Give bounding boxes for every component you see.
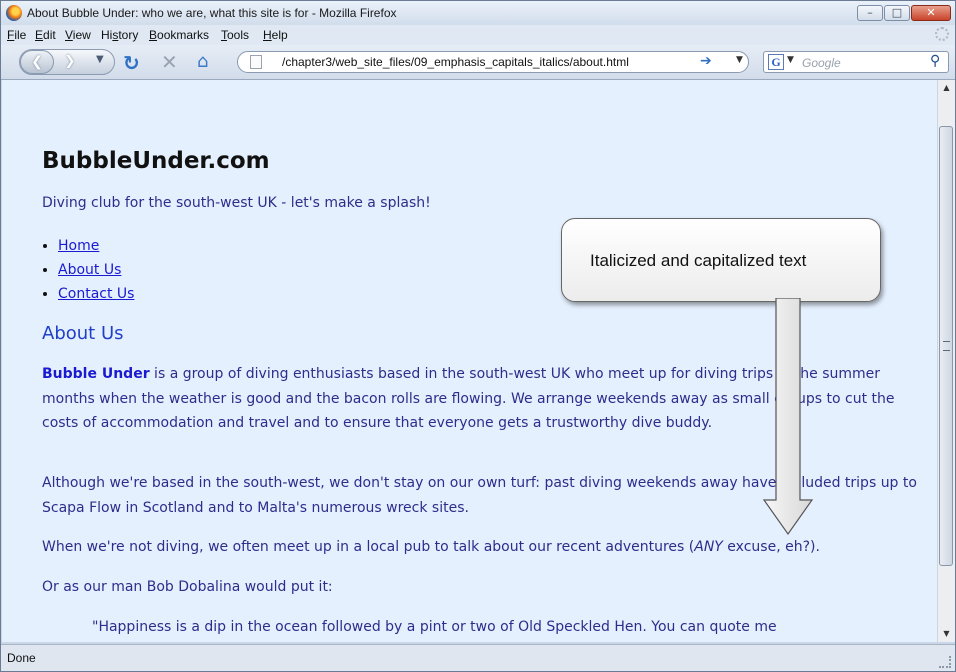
firefox-logo-icon bbox=[6, 5, 22, 21]
emphasis-any: ANY bbox=[694, 539, 723, 555]
paragraph-quote-intro: Or as our man Bob Dobalina would put it: bbox=[42, 579, 333, 595]
stop-icon[interactable]: ✕ bbox=[161, 50, 178, 74]
nav-link-contact[interactable]: Contact Us bbox=[58, 286, 134, 302]
browser-window: About Bubble Under: who we are, what thi… bbox=[0, 0, 956, 672]
scroll-grip-icon bbox=[943, 341, 950, 351]
back-button[interactable]: ❮ bbox=[20, 50, 54, 74]
annotation-callout: Italicized and capitalized text bbox=[561, 218, 881, 302]
status-bar: Done bbox=[1, 644, 955, 671]
scroll-up-arrow-icon[interactable]: ▲ bbox=[938, 80, 955, 96]
back-forward-group: ❮ ❯ ▼ bbox=[19, 49, 115, 75]
scroll-thumb[interactable] bbox=[939, 126, 953, 566]
search-icon[interactable]: ⚲ bbox=[930, 53, 940, 69]
menu-bookmarks[interactable]: Bookmarks bbox=[149, 28, 209, 42]
menu-help[interactable]: Help bbox=[263, 28, 288, 42]
title-bar[interactable]: About Bubble Under: who we are, what thi… bbox=[1, 1, 955, 25]
menu-history[interactable]: History bbox=[101, 28, 138, 42]
status-text: Done bbox=[7, 651, 36, 665]
menu-bar: File Edit View History Bookmarks Tools H… bbox=[1, 25, 955, 45]
site-title: BubbleUnder.com bbox=[42, 148, 270, 174]
reload-icon[interactable]: ↻ bbox=[123, 51, 140, 75]
section-heading: About Us bbox=[42, 323, 124, 344]
scroll-down-arrow-icon[interactable]: ▼ bbox=[938, 626, 955, 642]
navigation-toolbar: ❮ ❯ ▼ ↻ ✕ ⌂ /chapter3/web_site_files/09_… bbox=[1, 45, 955, 80]
resize-grip-icon[interactable] bbox=[939, 656, 951, 668]
site-navigation: Home About Us Contact Us bbox=[42, 234, 134, 306]
google-icon[interactable]: G bbox=[768, 54, 784, 70]
close-button[interactable]: ✕ bbox=[911, 5, 951, 21]
history-dropdown-icon[interactable]: ▼ bbox=[96, 54, 104, 65]
throbber-icon bbox=[935, 27, 949, 41]
page-content: BubbleUnder.com Diving club for the sout… bbox=[2, 80, 937, 642]
address-bar[interactable]: /chapter3/web_site_files/09_emphasis_cap… bbox=[237, 51, 749, 73]
menu-file[interactable]: File bbox=[7, 28, 26, 42]
menu-edit[interactable]: Edit bbox=[35, 28, 56, 42]
url-text[interactable]: /chapter3/web_site_files/09_emphasis_cap… bbox=[282, 55, 629, 69]
url-dropdown-icon[interactable]: ▼ bbox=[736, 55, 743, 65]
callout-text: Italicized and capitalized text bbox=[590, 251, 807, 270]
nav-link-home[interactable]: Home bbox=[58, 238, 99, 254]
nav-item-contact: Contact Us bbox=[58, 282, 134, 306]
home-icon[interactable]: ⌂ bbox=[197, 51, 208, 72]
menu-view[interactable]: View bbox=[65, 28, 91, 42]
search-bar[interactable]: G ▼ Google ⚲ bbox=[763, 51, 949, 73]
menu-tools[interactable]: Tools bbox=[221, 28, 249, 42]
nav-item-home: Home bbox=[58, 234, 134, 258]
nav-link-about[interactable]: About Us bbox=[58, 262, 121, 278]
vertical-scrollbar[interactable]: ▲ ▼ bbox=[937, 80, 955, 642]
paragraph-pub: When we're not diving, we often meet up … bbox=[42, 539, 820, 555]
page-icon bbox=[250, 55, 262, 69]
window-title: About Bubble Under: who we are, what thi… bbox=[27, 6, 397, 20]
minimize-button[interactable]: – bbox=[857, 5, 883, 21]
search-input[interactable]: Google bbox=[802, 56, 841, 70]
blockquote: "Happiness is a dip in the ocean followe… bbox=[92, 619, 777, 635]
nav-item-about: About Us bbox=[58, 258, 134, 282]
club-name-strong: Bubble Under bbox=[42, 366, 150, 382]
tagline: Diving club for the south-west UK - let'… bbox=[42, 195, 431, 211]
forward-button[interactable]: ❯ bbox=[56, 52, 84, 72]
go-arrow-icon[interactable]: ➔ bbox=[700, 53, 712, 69]
callout-arrow bbox=[762, 298, 814, 536]
maximize-button[interactable]: □ bbox=[884, 5, 910, 21]
search-engine-dropdown-icon[interactable]: ▼ bbox=[787, 55, 794, 65]
